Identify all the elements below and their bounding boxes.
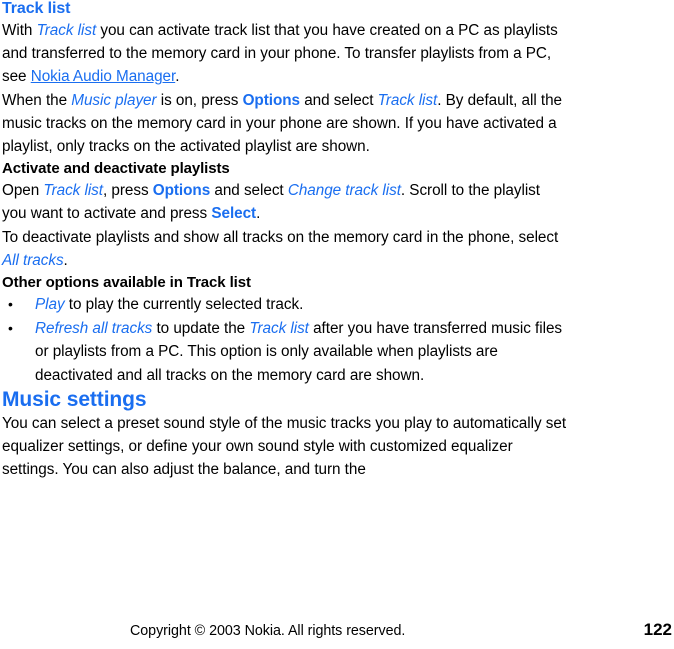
ui-term-play: Play: [35, 296, 65, 314]
heading-track-list: Track list: [2, 0, 71, 17]
text-fragment: to play the currently selected track.: [64, 296, 304, 314]
heading-activate-deactivate-playlists: Activate and deactivate playlists: [2, 160, 230, 178]
ui-term-track-list: Track list: [377, 91, 438, 109]
ui-term-all-tracks: All tracks: [2, 251, 64, 269]
document-page: Track list With Track list you can activ…: [0, 0, 674, 649]
ui-term-music-player: Music player: [71, 91, 157, 109]
text-fragment: and select: [210, 182, 288, 200]
heading-other-options: Other options available in Track list: [2, 274, 251, 292]
page-footer: Copyright © 2003 Nokia. All rights reser…: [0, 620, 674, 643]
page-number: 122: [643, 620, 672, 639]
ui-term-track-list: Track list: [36, 22, 97, 39]
ui-term-refresh-all-tracks: Refresh all tracks: [35, 320, 153, 338]
ui-term-change-track-list: Change track list: [287, 182, 401, 200]
text-fragment: To deactivate playlists and show all tra…: [2, 228, 559, 246]
ui-term-track-list: Track list: [43, 182, 103, 200]
text-fragment: .: [63, 251, 68, 269]
paragraph-activate-playlist: Open Track list, press Options and selec…: [2, 179, 567, 225]
text-fragment: You can select a preset sound style of t…: [2, 414, 567, 479]
list-item: • Play to play the currently selected tra…: [2, 293, 567, 316]
list-item: • Refresh all tracks to update the Track …: [2, 317, 567, 387]
bullet-icon: •: [8, 296, 13, 313]
paragraph-music-player-on: When the Music player is on, press Optio…: [2, 89, 567, 159]
other-options-list: • Play to play the currently selected tra…: [2, 293, 567, 387]
paragraph-track-list-intro: With Track list you can activate track l…: [2, 19, 567, 89]
text-fragment: , press: [102, 182, 153, 200]
softkey-select: Select: [211, 205, 257, 223]
bullet-icon: •: [8, 320, 13, 337]
text-fragment: With: [2, 22, 37, 39]
softkey-options: Options: [242, 91, 301, 109]
text-fragment: When the: [2, 91, 72, 109]
paragraph-music-settings-intro: You can select a preset sound style of t…: [2, 412, 567, 482]
paragraph-deactivate-playlist: To deactivate playlists and show all tra…: [2, 226, 567, 272]
cross-reference-nokia-audio-manager[interactable]: Nokia Audio Manager: [31, 68, 176, 85]
text-fragment: .: [175, 68, 180, 86]
text-fragment: Open: [2, 182, 44, 200]
text-fragment: is on, press: [156, 91, 243, 109]
ui-term-track-list: Track list: [249, 320, 309, 338]
copyright-notice: Copyright © 2003 Nokia. All rights reser…: [130, 623, 406, 639]
softkey-options: Options: [152, 182, 211, 200]
text-fragment: .: [256, 205, 261, 223]
heading-music-settings: Music settings: [2, 387, 147, 411]
text-fragment: to update the: [152, 320, 250, 338]
text-fragment: and select: [300, 91, 378, 109]
page-content: Track list With Track list you can activ…: [2, 0, 567, 481]
